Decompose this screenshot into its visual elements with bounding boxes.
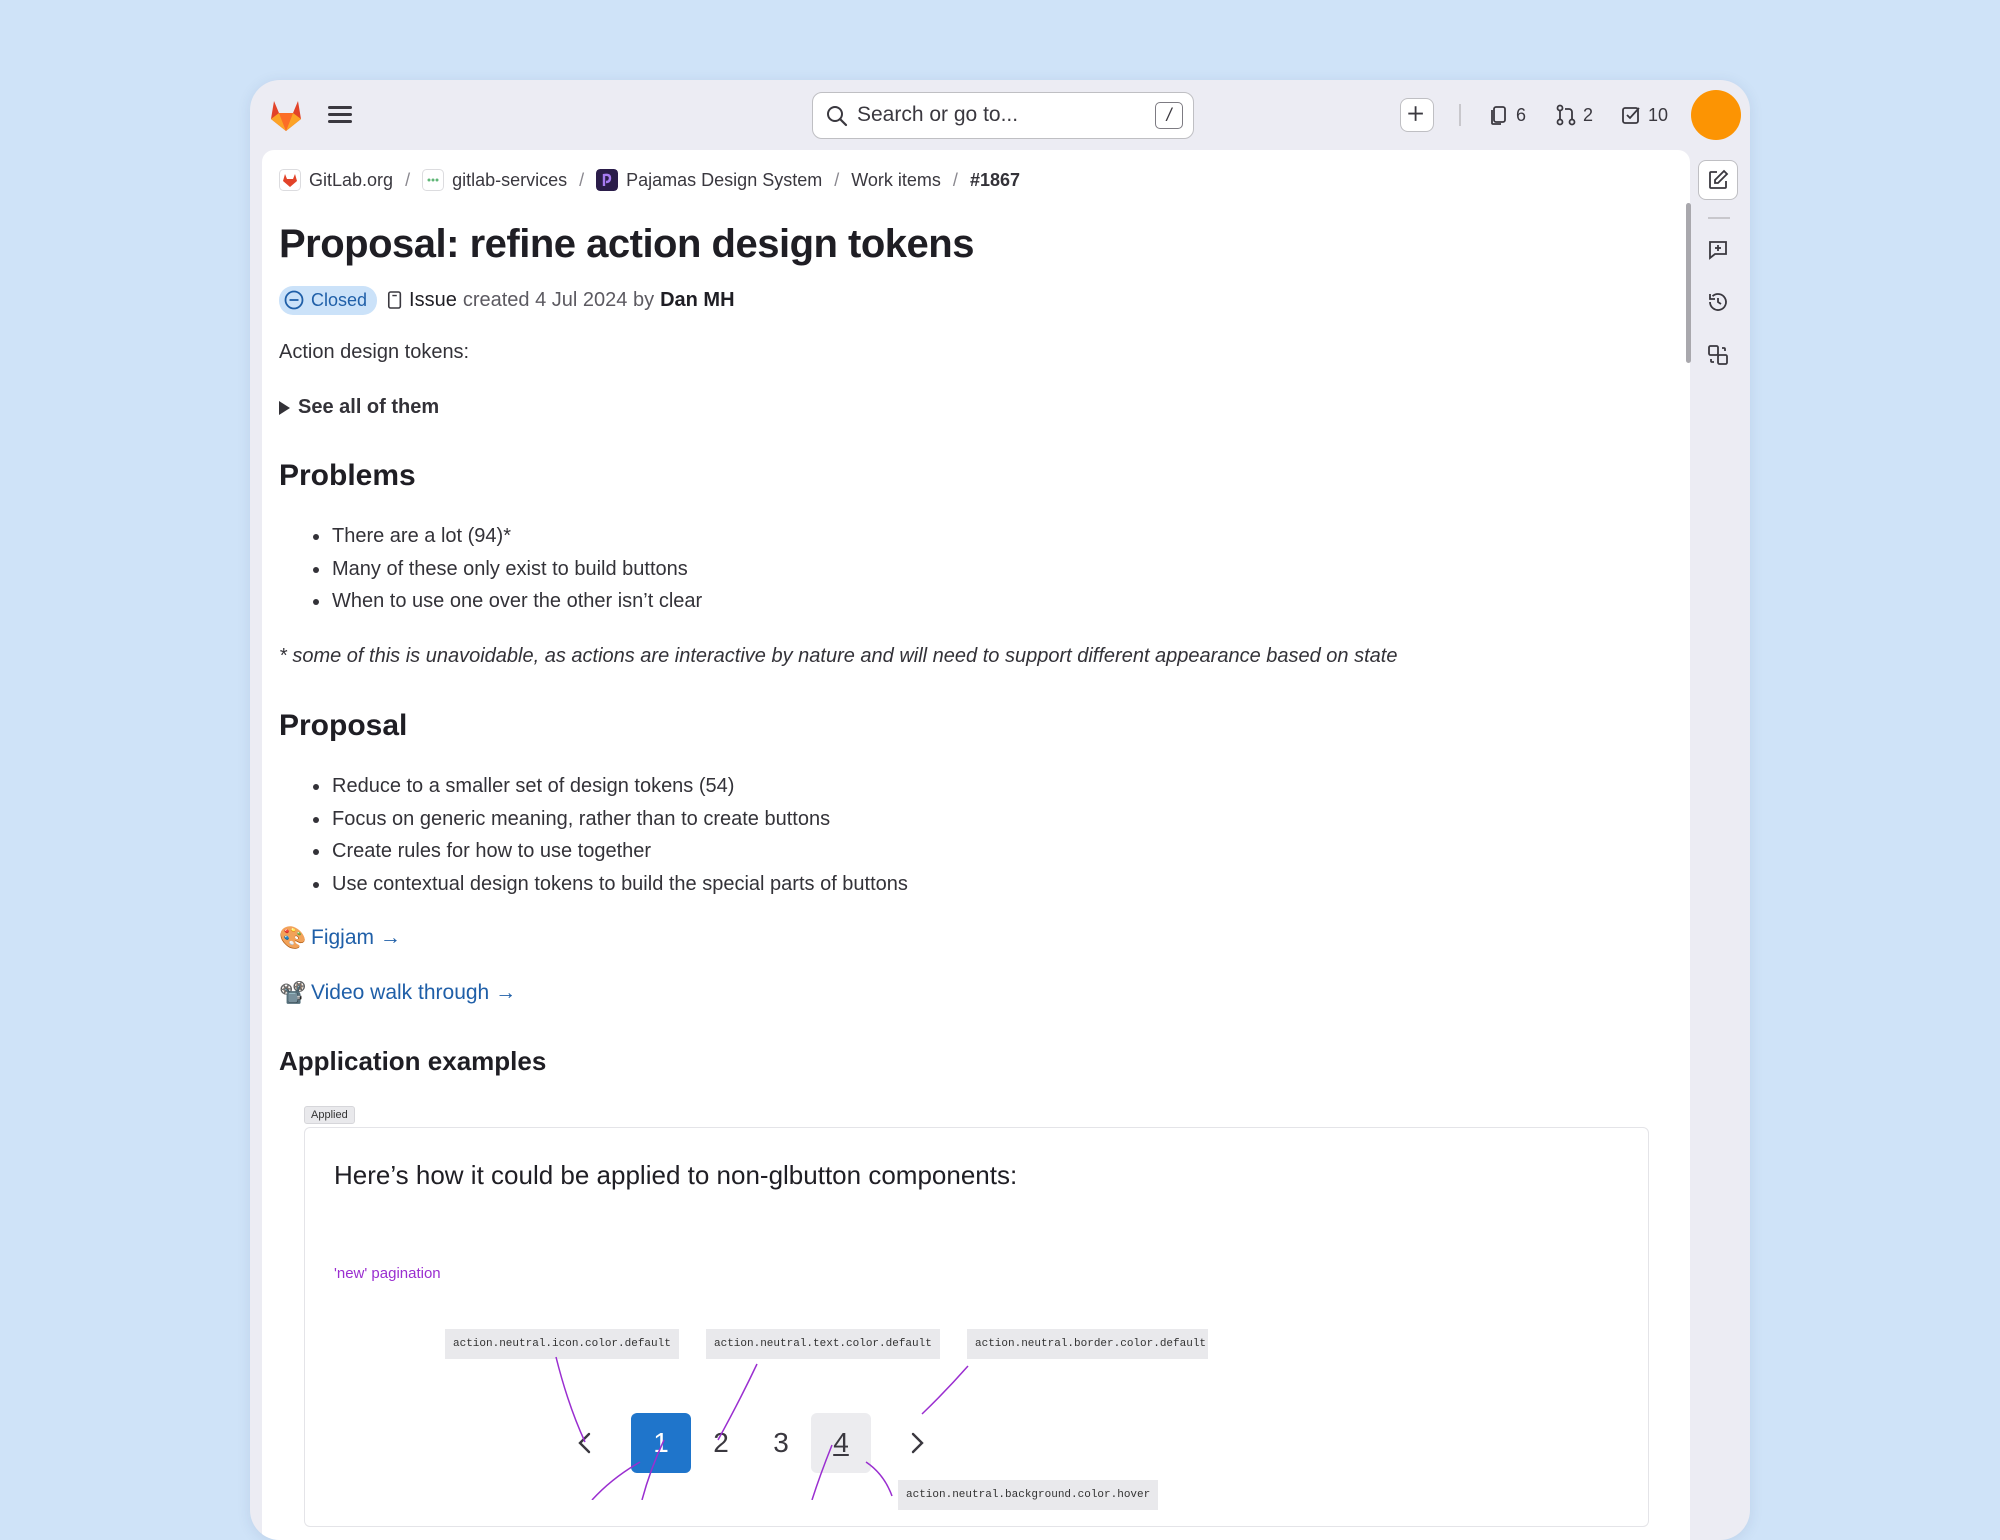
issue-type-icon	[388, 291, 402, 309]
issues-count: 6	[1516, 104, 1527, 125]
create-new-button[interactable]	[1400, 98, 1434, 132]
token-label-icon: action.neutral.icon.color.default	[445, 1329, 679, 1359]
image-subheading: 'new' pagination	[334, 1265, 441, 1282]
list-item: Reduce to a smaller set of design tokens…	[312, 770, 908, 803]
projector-icon: 📽️	[279, 980, 307, 1005]
rail-divider	[1708, 217, 1730, 219]
scrollbar[interactable]	[1686, 203, 1691, 363]
details-toggle[interactable]: See all of them	[279, 396, 439, 419]
figjam-row: 🎨 Figjam →	[279, 925, 401, 951]
search-input[interactable]	[857, 93, 1137, 137]
breadcrumb-item-gitlab-org[interactable]: GitLab.org	[279, 169, 393, 191]
breadcrumb-item-pajamas[interactable]: Pajamas Design System	[596, 169, 822, 191]
proposal-list: Reduce to a smaller set of design tokens…	[312, 770, 908, 901]
search-icon	[827, 106, 848, 127]
comment-icon	[1709, 241, 1727, 260]
merge-requests-counter[interactable]: 2	[1555, 100, 1593, 130]
examples-heading: Application examples	[279, 1046, 547, 1076]
issues-counter[interactable]: 6	[1488, 100, 1526, 130]
issue-meta: Closed Issue created 4 Jul 2024 by Dan M…	[279, 285, 735, 315]
proposal-heading: Proposal	[279, 709, 408, 742]
page-button-1[interactable]: 1	[631, 1413, 691, 1473]
chevron-right-icon[interactable]	[902, 1428, 932, 1458]
breadcrumb-separator: /	[579, 169, 585, 190]
expand-triangle-icon	[279, 400, 290, 415]
breadcrumb-current[interactable]: #1867	[970, 170, 1020, 191]
breadcrumb-separator: /	[834, 169, 840, 190]
gitlab-services-icon	[422, 169, 445, 191]
image-tag: Applied	[304, 1106, 355, 1124]
list-item: When to use one over the other isn’t cle…	[312, 585, 702, 618]
list-item: There are a lot (94)*	[312, 520, 702, 553]
toolbar-divider	[1459, 104, 1461, 126]
figjam-link[interactable]: Figjam →	[311, 926, 401, 950]
gitlab-org-icon	[279, 169, 301, 191]
merge-request-icon	[1556, 104, 1576, 126]
problems-heading: Problems	[279, 459, 416, 492]
token-label-text: action.neutral.text.color.default	[706, 1329, 940, 1359]
plus-icon	[1408, 106, 1423, 121]
avatar[interactable]	[1691, 90, 1741, 140]
footnote-text: * some of this is unavoidable, as action…	[279, 645, 1398, 667]
token-label-background: action.neutral.background.color.hover	[898, 1480, 1159, 1510]
todo-icon	[1622, 107, 1640, 124]
merge-requests-count: 2	[1583, 104, 1594, 125]
breadcrumb-item-work-items[interactable]: Work items	[851, 170, 941, 191]
list-item: Focus on generic meaning, rather than to…	[312, 803, 908, 836]
menu-icon[interactable]	[326, 102, 354, 128]
issue-type: Issue	[409, 288, 457, 311]
search-bar[interactable]: /	[812, 92, 1194, 139]
issues-icon	[1491, 106, 1506, 125]
token-label-border: action.neutral.border.color.default	[967, 1329, 1208, 1359]
top-bar: / 6 2	[250, 80, 1750, 150]
breadcrumb: GitLab.org / gitlab-services / Pajamas D…	[279, 165, 1020, 195]
gitlab-logo-icon[interactable]	[266, 95, 306, 135]
page-button-4[interactable]: 4	[811, 1413, 871, 1473]
breadcrumb-separator: /	[952, 169, 958, 190]
history-icon	[1709, 293, 1727, 311]
breadcrumb-item-gitlab-services[interactable]: gitlab-services	[422, 169, 567, 191]
page-button-3[interactable]: 3	[751, 1413, 811, 1473]
chevron-left-icon[interactable]	[570, 1428, 600, 1458]
shortcut-key: /	[1155, 102, 1183, 129]
video-link[interactable]: Video walk through →	[311, 981, 516, 1005]
author-link[interactable]: Dan MH	[660, 289, 734, 312]
list-item: Use contextual design tokens to build th…	[312, 868, 908, 901]
breadcrumb-separator: /	[405, 169, 411, 190]
todos-counter[interactable]: 10	[1620, 100, 1668, 130]
related-items-button[interactable]	[1698, 335, 1738, 375]
image-heading: Here’s how it could be applied to non-gl…	[334, 1160, 1018, 1190]
edit-button[interactable]	[1698, 160, 1738, 200]
list-item: Many of these only exist to build button…	[312, 553, 702, 586]
video-row: 📽️ Video walk through →	[279, 980, 516, 1006]
todos-count: 10	[1648, 104, 1669, 125]
pajamas-project-icon	[596, 169, 619, 191]
list-item: Create rules for how to use together	[312, 835, 908, 868]
created-text: created 4 Jul 2024 by	[462, 288, 655, 311]
add-comment-button[interactable]	[1698, 230, 1738, 270]
edit-icon	[1709, 169, 1729, 189]
link-items-icon	[1708, 345, 1728, 365]
history-button[interactable]	[1698, 282, 1738, 322]
problems-list: There are a lot (94)* Many of these only…	[312, 520, 702, 618]
palette-icon: 🎨	[279, 925, 307, 950]
page-button-2[interactable]: 2	[691, 1413, 751, 1473]
intro-text: Action design tokens:	[279, 341, 470, 363]
page-title: Proposal: refine action design tokens	[279, 222, 974, 266]
status-badge: Closed	[279, 285, 378, 315]
closed-icon	[284, 290, 304, 310]
